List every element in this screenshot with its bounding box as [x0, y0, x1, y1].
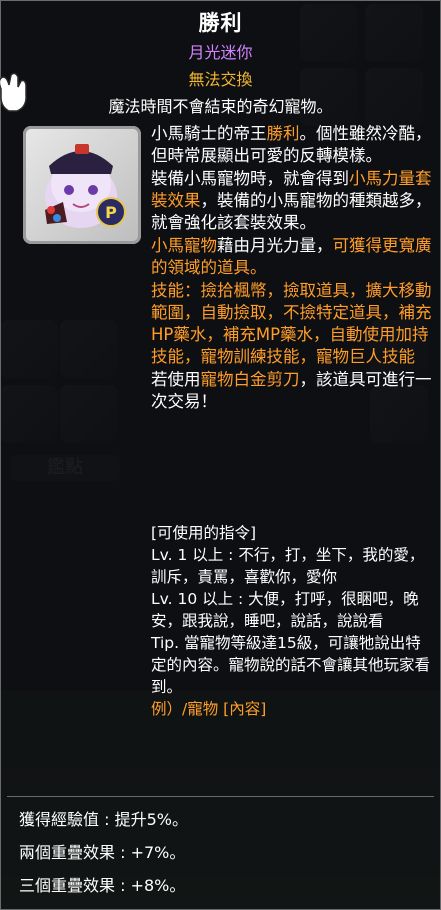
divider [7, 796, 434, 797]
commands-header: [可使用的指令] [151, 524, 257, 542]
pet-icon-frame: P [23, 126, 141, 244]
item-tagline: 魔法時間不會結束的奇幻寵物。 [108, 97, 333, 116]
desc-highlight: 小馬寵物 [151, 236, 217, 255]
set-effect-stats: 獲得經驗值 : 提升5%。 兩個重疊效果 : +7%。 三個重疊效果 : +8%… [19, 806, 188, 905]
item-name: 勝利 [198, 11, 243, 35]
pet-portrait-icon: P [45, 144, 126, 228]
stat-row: 兩個重疊效果 : +7%。 [19, 843, 186, 862]
command-list: [可使用的指令] Lv. 1 以上 : 不行，打，坐下，我的愛，訓斥，責罵，喜歡… [151, 522, 433, 720]
stat-row: 獲得經驗值 : 提升5%。 [19, 810, 188, 829]
item-tooltip: 勝利 月光迷你 無法交換 魔法時間不會結束的奇幻寵物。 P 小馬騎士的帝王勝利。… [0, 0, 441, 910]
svg-text:P: P [105, 203, 117, 222]
stat-row: 三個重疊效果 : +8%。 [19, 876, 186, 895]
cursor-hand-icon [0, 72, 27, 112]
desc-text: 裝備小馬寵物時，就會得到 [151, 169, 349, 188]
desc-highlight: 勝利 [266, 124, 300, 143]
commands-lv1: Lv. 1 以上 : 不行，打，坐下，我的愛，訓斥，責罵，喜歡你，愛你 [151, 546, 425, 586]
trade-status: 無法交換 [188, 70, 253, 89]
desc-text: 若使用 [151, 370, 201, 389]
commands-tip: Tip. 當寵物等級達15級，可讓牠說出特定的內容。寵物說的話不會讓其他玩家看到… [151, 634, 431, 696]
skills-list: 技能：撿拾楓幣，撿取道具，擴大移動範圍，自動撿取，不撿特定道具，補充HP藥水，補… [151, 281, 432, 366]
item-subtitle: 月光迷你 [188, 43, 253, 62]
desc-highlight: 寵物白金剪刀 [200, 370, 300, 389]
desc-text: 藉由月光力量， [217, 236, 333, 255]
item-description: 小馬騎士的帝王勝利。個性雖然冷酷，但時常展顯出可愛的反轉模樣。 裝備小馬寵物時，… [151, 123, 433, 414]
commands-lv10: Lv. 10 以上 : 大便，打呼，很睏吧，晚安，跟我說，睡吧，說話，說說看 [151, 590, 419, 630]
desc-text: 小馬騎士的帝王 [151, 124, 267, 143]
commands-example: 例）/寵物 [內容] [151, 700, 267, 718]
